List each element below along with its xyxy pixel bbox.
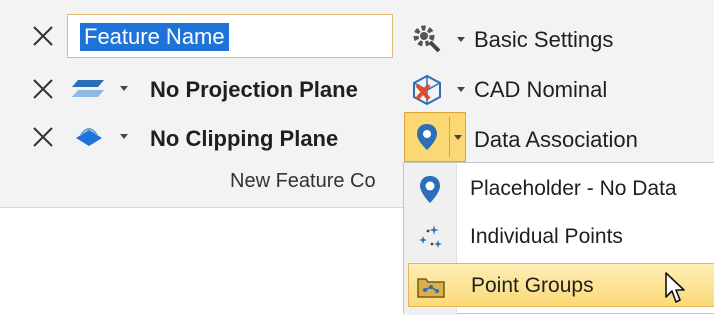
data-association-button[interactable] — [404, 112, 466, 162]
split-divider — [449, 117, 450, 157]
clipping-plane-icon[interactable] — [72, 122, 106, 152]
group-label: New Feature Co — [230, 170, 376, 192]
projection-plane-label[interactable]: No Projection Plane — [150, 76, 358, 104]
clear-feature-name-button[interactable] — [30, 23, 56, 49]
basic-settings-dropdown-arrow[interactable] — [457, 37, 465, 42]
scatter-points-icon — [419, 225, 442, 248]
map-pin-icon — [417, 124, 437, 150]
menu-item-label: Placeholder - No Data — [470, 177, 677, 200]
feature-name-value: Feature Name — [80, 23, 229, 51]
cad-nominal-label[interactable]: CAD Nominal — [474, 76, 607, 104]
data-association-menu: Placeholder - No Data Individual Points … — [403, 162, 714, 315]
cad-nominal-icon[interactable] — [410, 73, 444, 107]
projection-plane-dropdown-arrow[interactable] — [120, 86, 128, 91]
mouse-cursor-icon — [665, 272, 685, 303]
clipping-plane-label[interactable]: No Clipping Plane — [150, 125, 338, 153]
point-group-icon — [417, 278, 445, 298]
data-association-label[interactable]: Data Association — [474, 126, 638, 154]
basic-settings-label[interactable]: Basic Settings — [474, 26, 613, 54]
close-icon — [33, 26, 53, 46]
menu-item-placeholder-no-data[interactable]: Placeholder - No Data — [404, 167, 714, 211]
menu-item-label: Point Groups — [471, 274, 594, 297]
data-association-dropdown-arrow[interactable] — [454, 135, 462, 140]
clipping-plane-dropdown-arrow[interactable] — [120, 134, 128, 139]
menu-item-label: Individual Points — [470, 225, 623, 248]
clear-projection-plane-button[interactable] — [30, 76, 56, 102]
projection-plane-icon[interactable] — [72, 76, 106, 102]
feature-name-input[interactable]: Feature Name — [67, 14, 393, 58]
menu-item-individual-points[interactable]: Individual Points — [404, 215, 714, 259]
gear-icon[interactable] — [410, 22, 442, 54]
map-pin-icon — [420, 176, 440, 203]
menu-item-point-groups[interactable]: Point Groups — [408, 263, 714, 307]
close-icon — [33, 79, 53, 99]
close-icon — [33, 127, 53, 147]
cad-nominal-dropdown-arrow[interactable] — [457, 87, 465, 92]
clear-clipping-plane-button[interactable] — [30, 124, 56, 150]
